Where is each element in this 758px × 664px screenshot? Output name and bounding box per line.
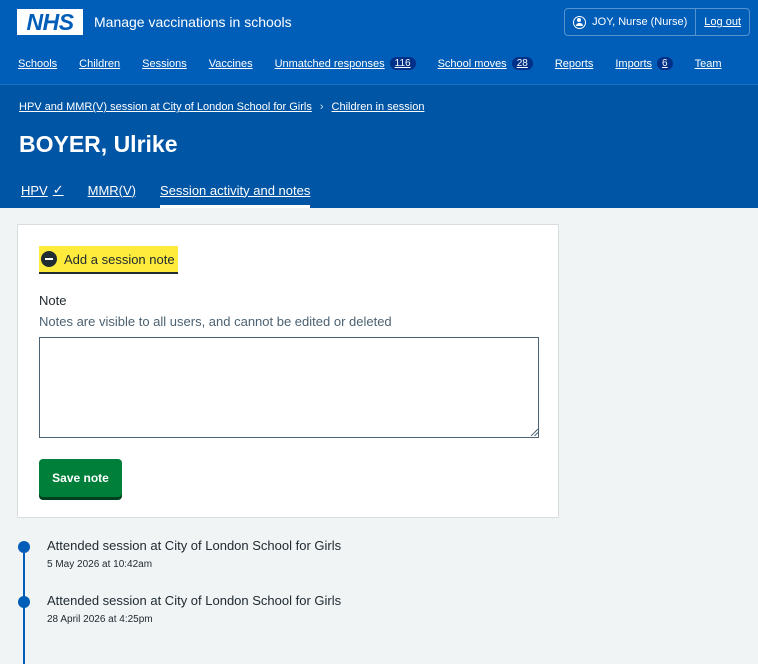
account-menu: JOY, Nurse (Nurse) Log out: [564, 8, 750, 36]
note-textarea[interactable]: [39, 337, 539, 438]
tab-hpv[interactable]: HPV ✓: [21, 182, 64, 208]
add-session-note-toggle[interactable]: Add a session note: [39, 246, 178, 274]
nav-item-reports[interactable]: Reports: [555, 57, 594, 70]
nav-item-vaccines[interactable]: Vaccines: [209, 57, 253, 70]
event-title: Attended session at City of London Schoo…: [47, 538, 342, 553]
page-title: BOYER, Ulrike: [19, 131, 178, 157]
breadcrumb-children-link[interactable]: Children in session: [332, 101, 425, 113]
nav-label: Imports: [615, 57, 653, 70]
nav-label: Team: [694, 57, 722, 70]
user-icon: [573, 15, 587, 29]
resize-handle-icon[interactable]: [530, 428, 538, 436]
tab-label: MMR(V): [87, 182, 137, 198]
event-time: 5 May 2026 at 10:42am: [47, 559, 153, 570]
site-header: NHS Manage vaccinations in schools JOY, …: [0, 0, 758, 84]
count-badge: 6: [657, 57, 673, 70]
minus-circle-icon: [41, 251, 57, 267]
chevron-right-icon: ›: [319, 101, 324, 113]
tab-label: Session activity and notes: [160, 182, 311, 198]
account-user: JOY, Nurse (Nurse): [565, 9, 697, 35]
breadcrumb: HPV and MMR(V) session at City of London…: [19, 101, 424, 113]
tab-label: HPV: [21, 182, 48, 198]
nav-item-school-moves[interactable]: School moves 28: [438, 57, 533, 70]
count-badge: 116: [389, 57, 416, 70]
tab-session-activity[interactable]: Session activity and notes: [160, 182, 311, 208]
nav-item-children[interactable]: Children: [79, 57, 120, 70]
nav-label: Unmatched responses: [274, 57, 385, 70]
page-header: HPV and MMR(V) session at City of London…: [0, 84, 758, 208]
nav-label: Reports: [554, 57, 594, 70]
nav-label: Vaccines: [208, 57, 253, 70]
nav-label: Children: [79, 57, 121, 70]
nhs-logo[interactable]: NHS: [17, 9, 83, 35]
session-note-card: Add a session note Note Notes are visibl…: [17, 224, 559, 518]
nav-item-team[interactable]: Team: [695, 57, 722, 70]
nav-label: School moves: [437, 57, 507, 70]
nav-item-imports[interactable]: Imports 6: [615, 57, 673, 70]
nav-label: Sessions: [142, 57, 187, 70]
note-label: Note: [39, 293, 67, 308]
note-hint: Notes are visible to all users, and cann…: [39, 314, 392, 329]
event-time: 28 April 2026 at 4:25pm: [47, 614, 153, 625]
breadcrumb-session-link[interactable]: HPV and MMR(V) session at City of London…: [19, 101, 312, 113]
logout-link[interactable]: Log out: [696, 16, 749, 28]
nav-item-unmatched-responses[interactable]: Unmatched responses 116: [275, 57, 416, 70]
timeline-dot: [18, 596, 30, 608]
event-title: Attended session at City of London Schoo…: [47, 593, 342, 608]
account-user-name: JOY, Nurse (Nurse): [592, 16, 688, 28]
tick-icon: ✓: [52, 182, 64, 197]
nav-item-schools[interactable]: Schools: [18, 57, 57, 70]
primary-navigation: Schools Children Sessions Vaccines Unmat…: [18, 57, 744, 70]
tab-mmrv[interactable]: MMR(V): [88, 182, 136, 208]
save-note-button[interactable]: Save note: [39, 459, 122, 497]
secondary-navigation: HPV ✓ MMR(V) Session activity and notes: [21, 182, 334, 208]
toggle-label: Add a session note: [64, 251, 175, 267]
service-name[interactable]: Manage vaccinations in schools: [94, 14, 292, 30]
timeline-dot: [18, 541, 30, 553]
nav-item-sessions[interactable]: Sessions: [142, 57, 187, 70]
count-badge: 28: [511, 57, 533, 70]
nav-label: Schools: [18, 57, 58, 70]
